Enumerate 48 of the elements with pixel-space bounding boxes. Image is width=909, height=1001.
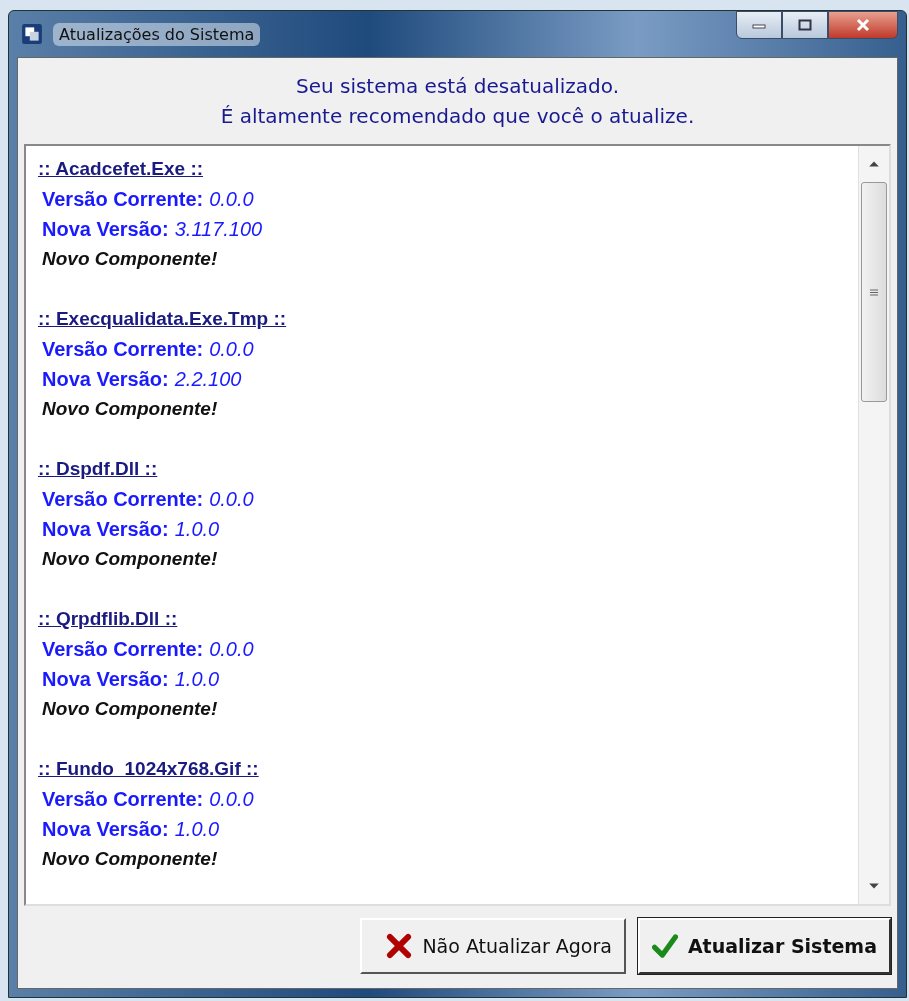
version-label: Nova Versão: [42, 668, 169, 690]
app-icon [21, 23, 43, 45]
version-label: Nova Versão: [42, 518, 169, 540]
component-note: Novo Componente! [41, 547, 218, 571]
version-label: Versão Corrente: [42, 188, 204, 210]
version-label: Versão Corrente: [42, 638, 204, 660]
scroll-thumb[interactable] [861, 182, 887, 402]
scroll-up-icon[interactable] [868, 160, 880, 168]
version-value: 0.0.0 [209, 788, 254, 810]
cross-icon [386, 933, 413, 959]
component-title: :: Qrpdflib.Dll :: [37, 607, 178, 631]
component-title: :: Execqualidata.Exe.Tmp :: [37, 307, 287, 331]
version-value: 1.0.0 [174, 518, 220, 540]
component-title: :: Acadcefet.Exe :: [37, 157, 204, 181]
scrollbar[interactable] [858, 146, 889, 904]
version-value: 0.0.0 [209, 488, 254, 510]
component-note: Novo Componente! [41, 397, 218, 421]
version-value: 1.0.0 [174, 818, 220, 840]
maximize-button[interactable] [782, 11, 828, 39]
component-note: Novo Componente! [41, 247, 218, 271]
version-label: Nova Versão: [42, 818, 169, 840]
version-label: Nova Versão: [42, 218, 169, 240]
version-label: Versão Corrente: [42, 338, 204, 360]
component-note: Novo Componente! [41, 697, 218, 721]
minimize-button[interactable] [736, 11, 782, 39]
scroll-down-icon[interactable] [868, 882, 880, 890]
update-button[interactable]: Atualizar Sistema [637, 918, 891, 974]
header-text: É altamente recomendado que você o atualize. [220, 104, 695, 128]
version-value: 0.0.0 [209, 638, 254, 660]
maximize-icon [798, 19, 812, 31]
version-value: 0.0.0 [209, 188, 254, 210]
close-icon [855, 18, 871, 32]
window-title: Atualizações do Sistema [53, 22, 261, 46]
version-label: Nova Versão: [42, 368, 169, 390]
version-label: Versão Corrente: [42, 488, 204, 510]
version-value: 3.117.100 [174, 218, 263, 240]
cancel-button[interactable]: Não Atualizar Agora [360, 918, 626, 974]
minimize-icon [752, 21, 766, 29]
version-value: 2.2.100 [174, 368, 242, 390]
component-note: Novo Componente! [41, 847, 218, 871]
version-value: 0.0.0 [209, 338, 254, 360]
close-button[interactable] [828, 11, 898, 39]
check-icon [651, 933, 678, 959]
header-text: Seu sistema está desatualizado. [295, 74, 620, 98]
component-title: :: Fundo_1024x768.Gif :: [37, 757, 259, 781]
version-label: Versão Corrente: [42, 788, 204, 810]
version-value: 1.0.0 [174, 668, 220, 690]
component-title: :: Dspdf.Dll :: [37, 457, 158, 481]
